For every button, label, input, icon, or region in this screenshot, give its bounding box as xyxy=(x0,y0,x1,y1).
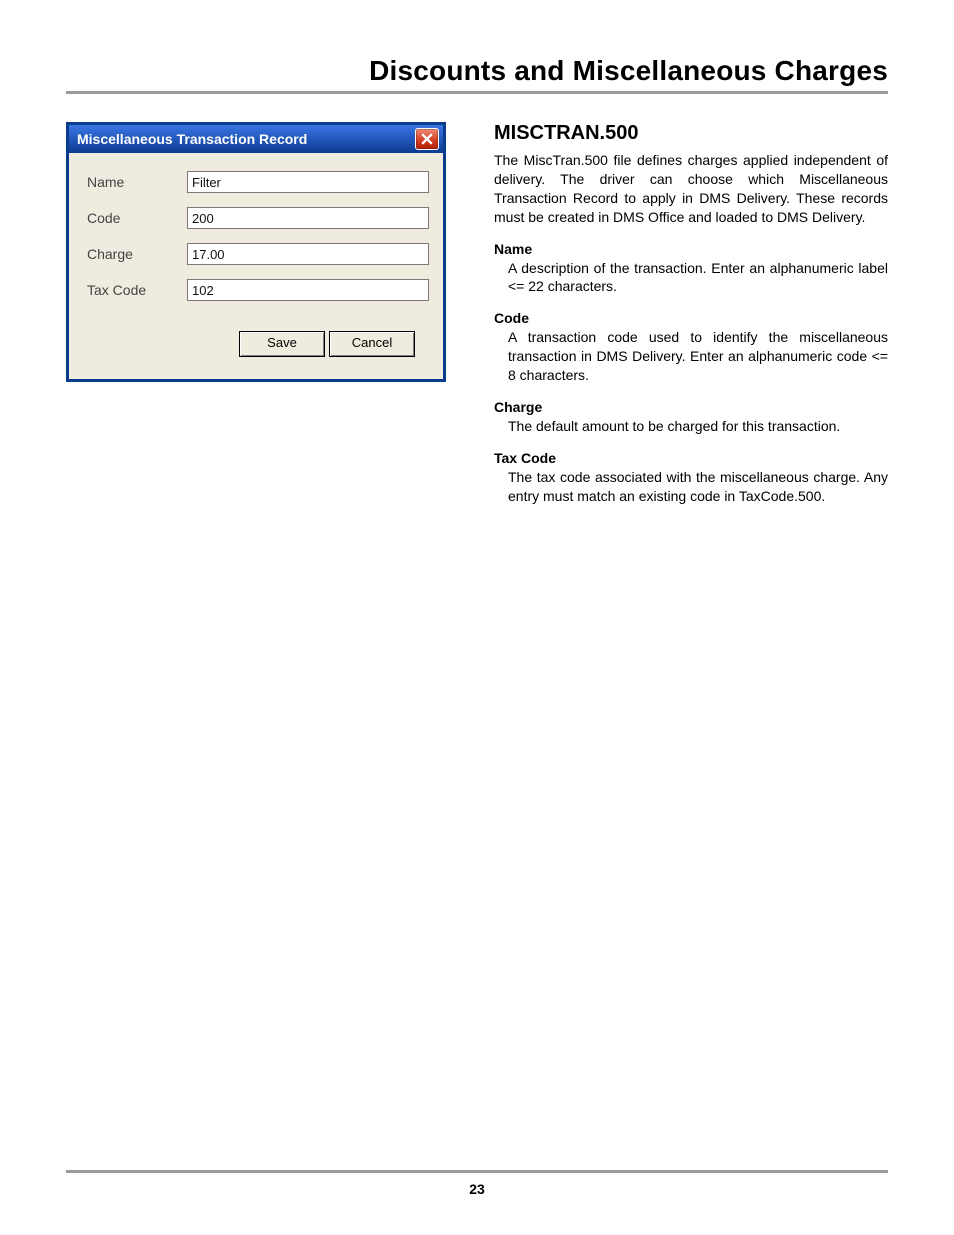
field-head-taxcode: Tax Code xyxy=(494,450,888,466)
field-desc-charge: The default amount to be charged for thi… xyxy=(508,417,888,436)
field-head-code: Code xyxy=(494,310,888,326)
field-head-charge: Charge xyxy=(494,399,888,415)
footer-rule xyxy=(66,1170,888,1173)
dialog-title: Miscellaneous Transaction Record xyxy=(77,131,307,147)
cancel-button[interactable]: Cancel xyxy=(329,331,415,357)
dialog-titlebar[interactable]: Miscellaneous Transaction Record xyxy=(69,125,443,153)
field-desc-taxcode: The tax code associated with the miscell… xyxy=(508,468,888,506)
dialog-window: Miscellaneous Transaction Record Name xyxy=(66,122,446,382)
save-button[interactable]: Save xyxy=(239,331,325,357)
close-button[interactable] xyxy=(415,128,439,150)
page-header: Discounts and Miscellaneous Charges xyxy=(66,55,888,94)
field-head-name: Name xyxy=(494,241,888,257)
field-desc-name: A description of the transaction. Enter … xyxy=(508,259,888,297)
name-field[interactable] xyxy=(187,171,429,193)
label-name: Name xyxy=(87,174,187,190)
label-taxcode: Tax Code xyxy=(87,282,187,298)
intro-text: The MiscTran.500 file defines charges ap… xyxy=(494,151,888,227)
label-charge: Charge xyxy=(87,246,187,262)
taxcode-field[interactable] xyxy=(187,279,429,301)
field-desc-code: A transaction code used to identify the … xyxy=(508,328,888,385)
label-code: Code xyxy=(87,210,187,226)
close-icon xyxy=(421,133,433,145)
page-number: 23 xyxy=(0,1181,954,1197)
section-title: MISCTRAN.500 xyxy=(494,122,888,145)
code-field[interactable] xyxy=(187,207,429,229)
charge-field[interactable] xyxy=(187,243,429,265)
